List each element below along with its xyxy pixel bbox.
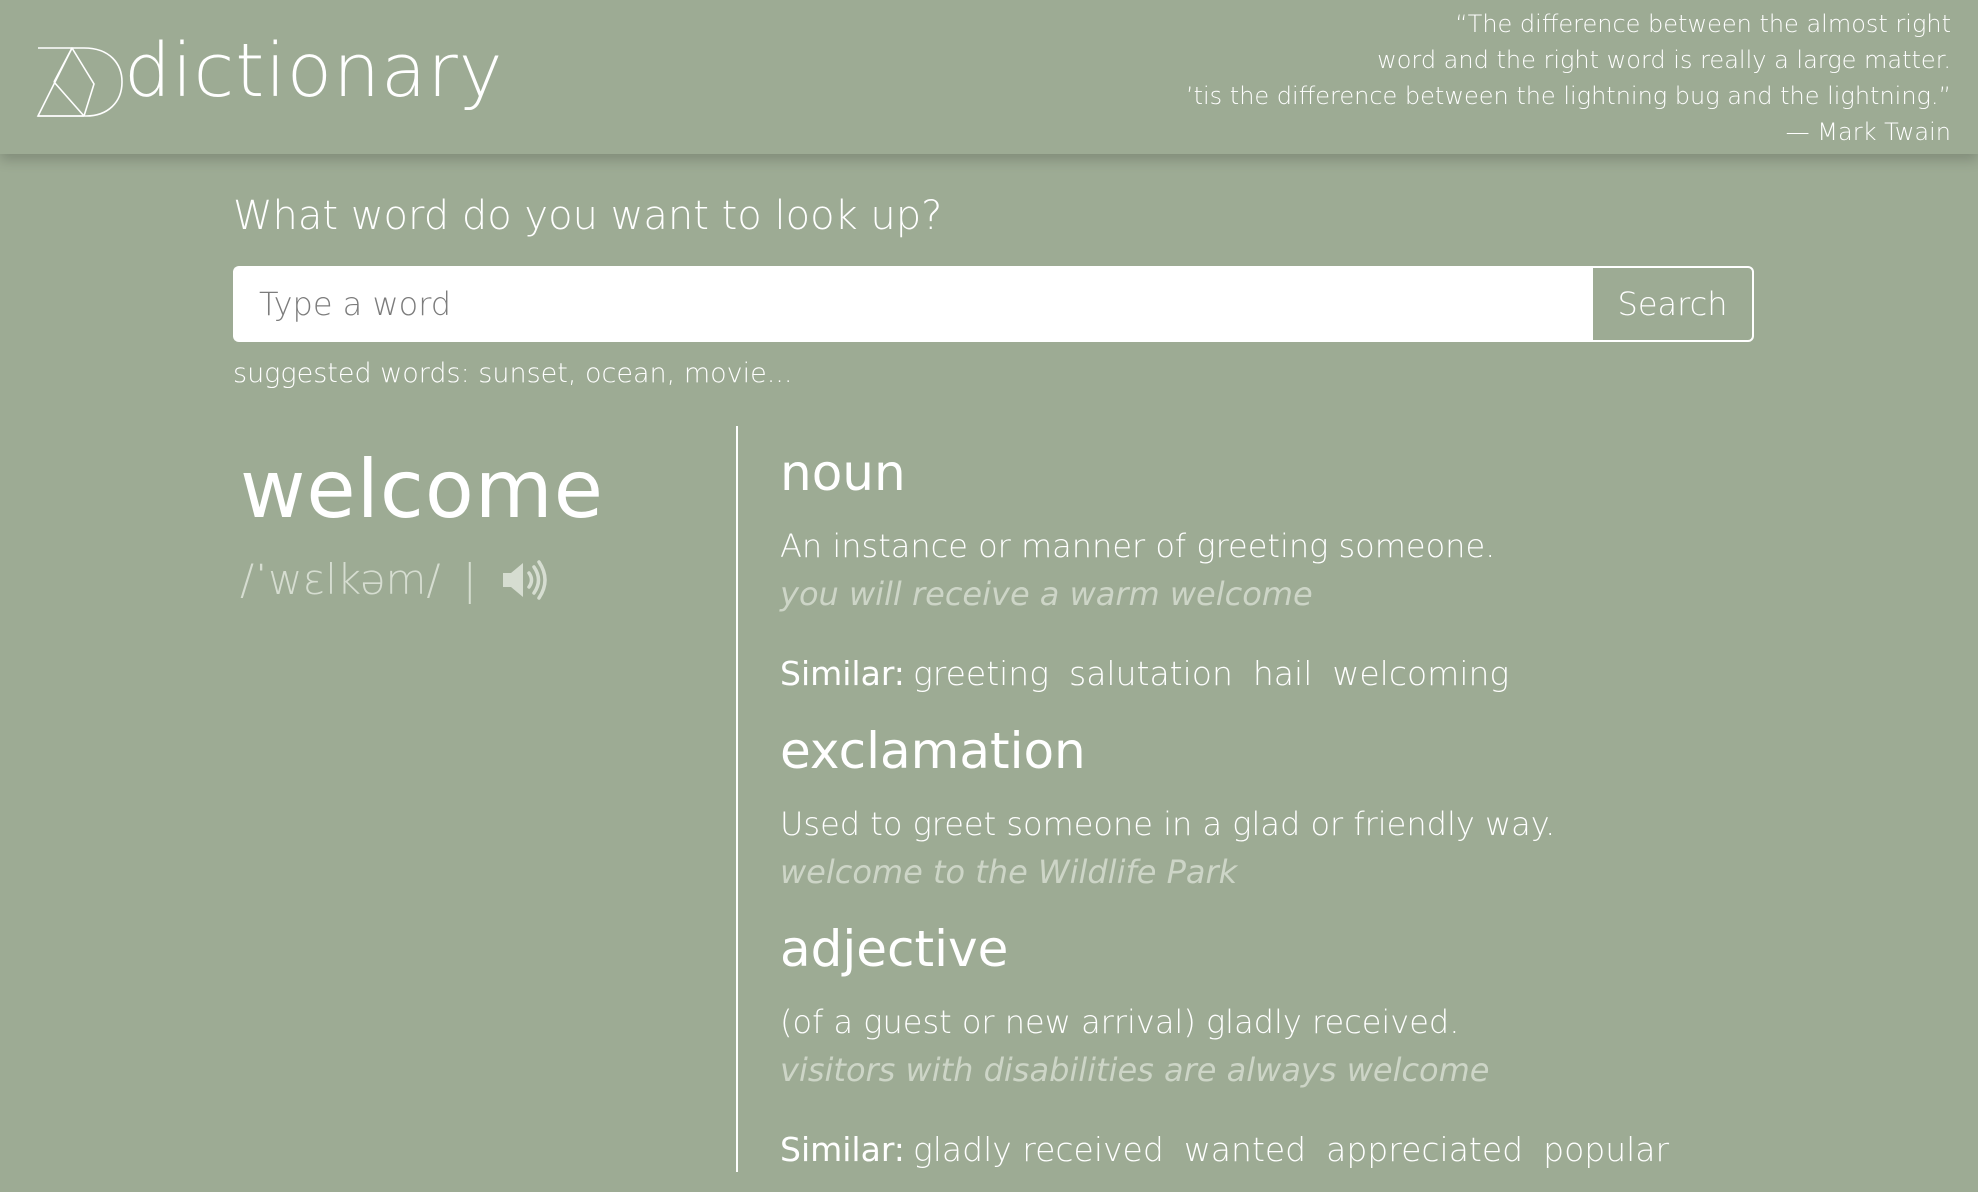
definition: Used to greet someone in a glad or frien…: [780, 805, 1556, 843]
meaning-block: exclamation Used to greet someone in a g…: [780, 716, 1880, 896]
meaning-block: noun An instance or manner of greeting s…: [780, 438, 1880, 698]
logo-icon: [36, 47, 123, 117]
example: visitors with disabilities are always we…: [780, 1051, 1490, 1089]
similar-word[interactable]: welcoming: [1332, 650, 1509, 698]
similar-label: Similar:: [780, 654, 905, 693]
part-of-speech: noun: [780, 444, 906, 502]
similar-words: Similar: gladly received wanted apprecia…: [780, 1126, 1880, 1174]
quote-line: “The difference between the almost right: [1455, 10, 1951, 38]
meanings-panel: noun An instance or manner of greeting s…: [780, 438, 1880, 1192]
similar-label: Similar:: [780, 1130, 905, 1169]
similar-word[interactable]: wanted: [1184, 1126, 1306, 1174]
column-divider: [736, 426, 738, 1172]
search-question: What word do you want to look up?: [233, 193, 943, 239]
phonetic-row: /ˈwɛlkəm/ |: [240, 550, 720, 610]
phonetic: /ˈwɛlkəm/: [240, 555, 441, 604]
definition: (of a guest or new arrival) gladly recei…: [780, 1003, 1460, 1041]
similar-word[interactable]: salutation: [1069, 650, 1233, 698]
similar-word[interactable]: appreciated: [1326, 1126, 1523, 1174]
word-title: welcome: [240, 443, 604, 536]
example: you will receive a warm welcome: [780, 575, 1313, 613]
logo-text: dictionary: [124, 28, 504, 114]
similar-word[interactable]: hail: [1253, 650, 1312, 698]
phonetic-separator: |: [462, 555, 477, 604]
header-quote: “The difference between the almost right…: [1051, 6, 1951, 150]
definition: An instance or manner of greeting someon…: [780, 527, 1496, 565]
similar-word[interactable]: greeting: [913, 650, 1049, 698]
search-button[interactable]: Search: [1591, 266, 1754, 342]
quote-author: — Mark Twain: [1785, 118, 1951, 146]
quote-line: ’tis the difference between the lightnin…: [1185, 82, 1951, 110]
suggested-words: suggested words: sunset, ocean, movie...: [233, 358, 793, 389]
search-input[interactable]: [233, 266, 1591, 342]
quote-line: word and the right word is really a larg…: [1377, 46, 1951, 74]
similar-word[interactable]: popular: [1543, 1126, 1669, 1174]
header: dictionary “The difference between the a…: [0, 0, 1978, 154]
word-panel: welcome /ˈwɛlkəm/ |: [240, 430, 720, 610]
meaning-block: adjective (of a guest or new arrival) gl…: [780, 914, 1880, 1174]
part-of-speech: exclamation: [780, 722, 1086, 780]
speaker-icon[interactable]: [499, 558, 549, 602]
logo[interactable]: dictionary: [32, 30, 504, 122]
part-of-speech: adjective: [780, 920, 1009, 978]
example: welcome to the Wildlife Park: [780, 853, 1238, 891]
similar-word[interactable]: gladly received: [913, 1126, 1164, 1174]
search-form: Search: [233, 266, 1754, 342]
similar-words: Similar: greeting salutation hail welcom…: [780, 650, 1880, 698]
